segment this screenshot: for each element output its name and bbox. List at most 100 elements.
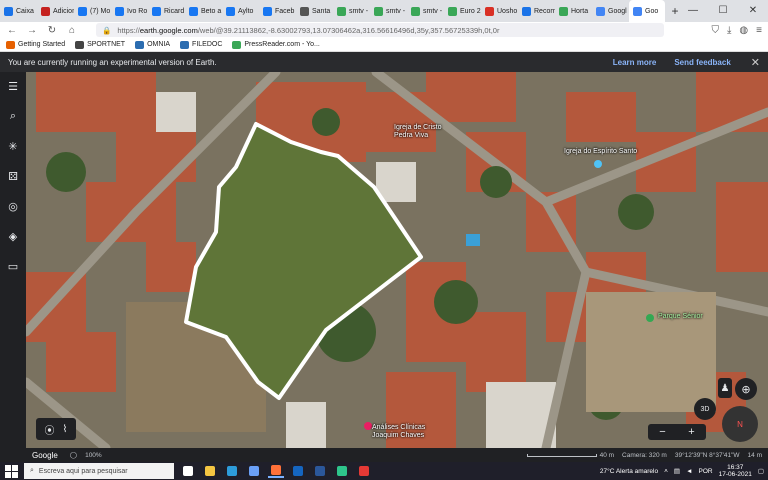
bottom-left-tools: ⦿ ⌇ [36, 418, 76, 440]
address-bar[interactable]: 🔒 https://earth.google.com/web/@39.21113… [96, 23, 664, 37]
navigation-bar: ← → ↻ ⌂ 🔒 https://earth.google.com/web/@… [0, 22, 768, 38]
browser-tab[interactable]: Ricard [148, 0, 185, 22]
zoom-in-button[interactable]: + [688, 426, 694, 438]
tab-favicon-icon [115, 6, 124, 16]
outlook-taskbar-icon[interactable] [290, 464, 306, 478]
banner-close-icon[interactable]: ✕ [751, 56, 760, 69]
search-icon[interactable]: ⌕ [5, 108, 21, 124]
file-explorer-icon [205, 466, 215, 476]
pegman-button[interactable]: ♟ [718, 378, 732, 398]
tab-favicon-icon [596, 6, 605, 16]
network-icon[interactable]: ▤ [674, 467, 680, 475]
tab-label: smtv - [386, 7, 406, 15]
tab-label: Ricard [164, 7, 185, 15]
browser-tab[interactable]: Euro 2 [444, 0, 481, 22]
browser-tab[interactable]: Caixa [0, 0, 37, 22]
browser-tab[interactable]: Googl [592, 0, 629, 22]
browser-tab[interactable]: Faceb [259, 0, 296, 22]
browser-tab[interactable]: smtv - [333, 0, 370, 22]
learn-more-link[interactable]: Learn more [613, 58, 657, 67]
browser-tab[interactable]: Horta [555, 0, 592, 22]
store-taskbar-icon[interactable] [246, 464, 262, 478]
browser-tab[interactable]: smtv - [370, 0, 407, 22]
home-button[interactable]: ⌂ [66, 25, 78, 36]
scale-bar[interactable]: 40 m [526, 452, 614, 459]
browser-tab[interactable]: Adicionar [37, 0, 74, 22]
feeling-lucky-icon[interactable]: ⚄ [5, 168, 21, 184]
tab-favicon-icon [337, 6, 346, 16]
back-button[interactable]: ← [6, 25, 18, 36]
browser-tab[interactable]: Ivo Ro [111, 0, 148, 22]
forward-button[interactable]: → [26, 25, 38, 36]
park-pin-icon[interactable] [646, 314, 654, 322]
tab-label: Ivo Ro [127, 7, 148, 15]
park-label[interactable]: Parque Sénior [658, 313, 703, 321]
file-explorer-taskbar-icon[interactable] [202, 464, 218, 478]
minimize-button[interactable]: — [678, 0, 708, 22]
location-pin-icon[interactable]: ⦿ [45, 422, 55, 437]
acrobat-taskbar-icon[interactable] [356, 464, 372, 478]
browser-tab[interactable]: Aylto [222, 0, 259, 22]
taskbar-search-placeholder: Escreva aqui para pesquisar [38, 467, 128, 475]
church-pin-icon[interactable] [594, 160, 602, 168]
tab-favicon-icon [633, 6, 642, 16]
close-window-button[interactable]: ✕ [738, 0, 768, 22]
voyager-icon[interactable]: ✳ [5, 138, 21, 154]
tab-label: Recom [534, 7, 555, 15]
pocket-icon[interactable]: ⛉ [712, 25, 720, 36]
clock[interactable]: 16:37 17-06-2021 [719, 464, 752, 478]
browser-tab[interactable]: Goo [629, 0, 665, 22]
locate-button[interactable]: ⊕ [735, 378, 757, 400]
weather-widget[interactable]: 27°C Alerta amarelo [600, 468, 658, 475]
zoom-out-button[interactable]: − [659, 426, 665, 438]
send-feedback-link[interactable]: Send feedback [674, 58, 730, 67]
menu-icon[interactable]: ☰ [5, 78, 21, 94]
word-taskbar-icon[interactable] [312, 464, 328, 478]
map-style-icon[interactable]: ◈ [5, 228, 21, 244]
reload-button[interactable]: ↻ [46, 25, 58, 36]
projects-icon[interactable]: ◎ [5, 198, 21, 214]
browser-tab[interactable]: Beto a [185, 0, 222, 22]
maximize-button[interactable]: ☐ [708, 0, 738, 22]
acrobat-icon [359, 466, 369, 476]
menu-icon[interactable]: ≡ [756, 25, 762, 36]
tab-favicon-icon [559, 6, 568, 16]
bookmark-item[interactable]: OMNIA [135, 40, 170, 49]
edge-taskbar-icon[interactable] [224, 464, 240, 478]
language-indicator[interactable]: POR [699, 468, 713, 475]
bookmark-item[interactable]: SPORTNET [75, 40, 125, 49]
compass-button[interactable]: N [722, 406, 758, 442]
download-icon[interactable]: ⤓ [727, 25, 731, 36]
clinic-pin-icon[interactable] [364, 422, 372, 430]
earth-status-bar: Google ◯ 100% 40 m Camera: 320 m 39°12'3… [26, 448, 768, 462]
measure-icon[interactable]: ▭ [5, 258, 21, 274]
start-button[interactable] [4, 464, 18, 478]
browser-tab[interactable]: smtv - [407, 0, 444, 22]
edge-dev-taskbar-icon[interactable] [334, 464, 350, 478]
store-icon [249, 466, 259, 476]
tray-chevron-icon[interactable]: ˄ [664, 468, 668, 475]
camera-altitude: Camera: 320 m [622, 451, 667, 459]
bookmark-label: FILEDOC [192, 41, 223, 48]
browser-tab[interactable]: Recom [518, 0, 555, 22]
extension-icon[interactable]: ◍ [739, 25, 748, 36]
volume-icon[interactable]: ◄ [686, 468, 692, 475]
load-percentage: 100% [85, 451, 102, 459]
notifications-icon[interactable]: ▢ [758, 467, 764, 475]
clinic-label[interactable]: Análises Clínicas Joaquim Chaves [372, 424, 425, 440]
draw-path-icon[interactable]: ⌇ [63, 424, 68, 435]
bookmark-item[interactable]: PressReader.com - Yo... [232, 40, 320, 49]
browser-tab[interactable]: (7) Mo [74, 0, 111, 22]
browser-tab[interactable]: Uosho [481, 0, 518, 22]
firefox-taskbar-icon[interactable] [268, 464, 284, 478]
church-espirito-santo-label[interactable]: Igreja do Espírito Santo [564, 148, 637, 156]
bookmark-item[interactable]: Getting Started [6, 40, 65, 49]
task-view-taskbar-icon[interactable] [180, 464, 196, 478]
satellite-map[interactable]: Igreja de Cristo Pedra Viva Igreja do Es… [26, 72, 768, 448]
bookmark-item[interactable]: FILEDOC [180, 40, 223, 49]
taskbar-search[interactable]: ⌕ Escreva aqui para pesquisar [24, 463, 174, 479]
church-cristo-label[interactable]: Igreja de Cristo Pedra Viva [394, 124, 441, 140]
3d-toggle-button[interactable]: 3D [694, 398, 716, 420]
edge-dev-icon [337, 466, 347, 476]
browser-tab[interactable]: Santa [296, 0, 333, 22]
